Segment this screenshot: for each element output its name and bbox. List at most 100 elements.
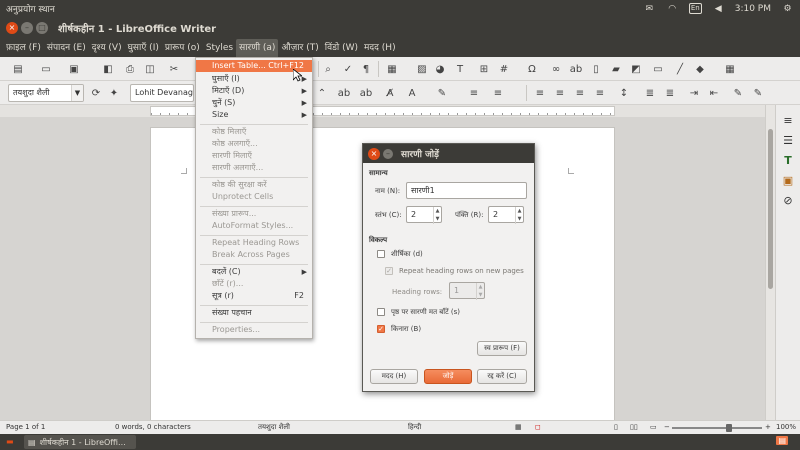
export-pdf-icon[interactable]: ◧ — [100, 61, 116, 77]
menu-help[interactable]: मदद (H) — [361, 39, 399, 57]
paragraph-style-select[interactable]: तयशुदा शैली ▼ — [8, 84, 84, 102]
new-document-icon[interactable]: ▤ — [10, 61, 26, 77]
insert-field-icon[interactable]: # — [496, 61, 512, 77]
properties-icon[interactable]: ☰ — [781, 133, 795, 147]
menu-split-cells[interactable]: कोष्ठ अलगाएँ... — [196, 138, 312, 150]
page-count[interactable]: Page 1 of 1 — [6, 423, 45, 431]
align-left-icon[interactable]: ≡ — [532, 85, 548, 101]
draw-icon[interactable]: ✎ — [730, 85, 746, 101]
bookmark-icon[interactable]: ▯ — [588, 61, 604, 77]
basic-shapes-icon[interactable]: ◆ — [692, 61, 708, 77]
window-close-icon[interactable]: × — [6, 22, 18, 34]
text-language[interactable]: हिन्दी — [408, 423, 421, 432]
menu-table-properties[interactable]: Properties... — [196, 324, 312, 336]
panel-app-menu[interactable]: अनुप्रयोग स्थान — [6, 2, 55, 15]
spelling-icon[interactable]: ✓ — [340, 61, 356, 77]
show-draw-functions-icon[interactable]: ▦ — [722, 61, 738, 77]
show-desktop-icon[interactable]: ▬ — [6, 437, 14, 446]
chevron-down-icon[interactable]: ▼ — [71, 85, 83, 101]
menu-insert[interactable]: घुसाएँ (I) — [125, 39, 162, 57]
zoom-in-icon[interactable]: + — [765, 423, 771, 431]
heading-rows-spinner[interactable]: 1 ▲ ▼ — [449, 282, 485, 300]
layout-book-icon[interactable]: ▭ — [650, 423, 657, 431]
font-name-select[interactable]: Lohit Devanagar — [130, 84, 194, 102]
insert-page-break-icon[interactable]: ⊞ — [476, 61, 492, 77]
spin-arrows-icon[interactable]: ▲ ▼ — [433, 207, 441, 224]
vertical-scrollbar[interactable] — [765, 105, 775, 420]
border-checkbox[interactable]: ✓ — [377, 325, 385, 333]
horizontal-ruler[interactable] — [0, 105, 775, 117]
menu-sort[interactable]: छाँटें (r)... — [196, 278, 312, 290]
indent-icon[interactable]: ≡ — [490, 85, 506, 101]
sidebar-menu-icon[interactable]: ≡ — [781, 113, 795, 127]
zoom-level[interactable]: 100% — [776, 423, 796, 431]
spin-arrows-icon[interactable]: ▲ ▼ — [515, 207, 523, 224]
insert-chart-icon[interactable]: ◕ — [432, 61, 448, 77]
menu-size-submenu[interactable]: Size ▶ — [196, 109, 312, 121]
zoom-slider-handle[interactable] — [726, 424, 732, 432]
menu-number-format[interactable]: संख्या प्रारूप... — [196, 208, 312, 220]
increase-indent-icon[interactable]: ⇥ — [686, 85, 702, 101]
new-style-icon[interactable]: ✦ — [106, 85, 122, 101]
layout-single-icon[interactable]: ▯ — [614, 423, 618, 431]
insert-textbox-icon[interactable]: T — [452, 61, 468, 77]
menu-edit[interactable]: संपादन (E) — [44, 39, 89, 57]
styles-icon[interactable]: T — [781, 153, 795, 167]
menu-styles[interactable]: Styles — [203, 39, 236, 57]
insert-image-icon[interactable]: ▨ — [414, 61, 430, 77]
power-gear-icon[interactable]: ⚙ — [781, 3, 794, 14]
clock[interactable]: 3:10 PM — [735, 4, 771, 14]
dialog-minimize-icon[interactable]: – — [383, 148, 393, 159]
clear-formatting-icon[interactable]: A̸ — [382, 85, 398, 101]
formatting-marks-icon[interactable]: ¶ — [358, 61, 374, 77]
menu-file[interactable]: फ़ाइल (F) — [3, 39, 44, 57]
keyboard-layout-indicator[interactable]: En — [688, 3, 702, 14]
wifi-icon[interactable]: ◠ — [666, 3, 679, 14]
menu-unprotect-cells[interactable]: Unprotect Cells — [196, 191, 312, 203]
repeat-heading-checkbox[interactable]: ✓ — [385, 267, 393, 275]
menu-select-submenu[interactable]: चुनें (S) ▶ — [196, 97, 312, 109]
page-style[interactable]: तयशुदा शैली — [258, 423, 290, 432]
menu-merge-cells[interactable]: कोष्ठ मिलाएँ — [196, 126, 312, 138]
rows-spinner[interactable]: 2 ▲ ▼ — [488, 206, 524, 224]
help-button[interactable]: मदद (H) — [370, 369, 418, 384]
heading-checkbox[interactable] — [377, 250, 385, 258]
cut-icon[interactable]: ✂ — [166, 61, 182, 77]
header-footer-icon[interactable]: ▭ — [650, 61, 666, 77]
save-icon[interactable]: ▣ — [66, 61, 82, 77]
autoformat-button[interactable]: स्व प्रारूप (F) — [477, 341, 527, 356]
superscript-icon[interactable]: ⌃ — [314, 85, 330, 101]
mail-icon[interactable]: ✉ — [643, 3, 656, 14]
insert-table-icon[interactable]: ▦ — [384, 61, 400, 77]
menu-window[interactable]: विंडो (W) — [322, 39, 361, 57]
menu-delete-submenu[interactable]: मिटाएँ (D) ▶ — [196, 85, 312, 97]
menu-format[interactable]: प्रारूप (o) — [162, 39, 203, 57]
shadow-text-icon[interactable]: ab — [358, 85, 374, 101]
columns-spinner[interactable]: 2 ▲ ▼ — [406, 206, 442, 224]
font-color-icon[interactable]: A — [404, 85, 420, 101]
navigator-icon[interactable]: ⊘ — [781, 193, 795, 207]
menu-repeat-heading-rows[interactable]: Repeat Heading Rows — [196, 237, 312, 249]
align-right-icon[interactable]: ≡ — [572, 85, 588, 101]
track-changes-icon[interactable]: ◩ — [628, 61, 644, 77]
word-count[interactable]: 0 words, 0 characters — [115, 423, 191, 431]
dialog-close-icon[interactable]: × — [368, 147, 380, 160]
dont-split-checkbox[interactable] — [377, 308, 385, 316]
cancel-button[interactable]: रद्द करें (C) — [477, 369, 527, 384]
special-character-icon[interactable]: Ω — [524, 61, 540, 77]
spin-arrows-icon[interactable]: ▲ ▼ — [476, 283, 484, 300]
menu-merge-table[interactable]: सारणी मिलाएँ — [196, 150, 312, 162]
find-replace-icon[interactable]: ⌕ — [320, 61, 336, 77]
line-icon[interactable]: ╱ — [672, 61, 688, 77]
print-preview-icon[interactable]: ◫ — [142, 61, 158, 77]
justify-icon[interactable]: ≡ — [592, 85, 608, 101]
menu-autoformat[interactable]: AutoFormat Styles... — [196, 220, 312, 232]
menu-convert-submenu[interactable]: बदलें (C) ▶ — [196, 266, 312, 278]
update-style-icon[interactable]: ⟳ — [88, 85, 104, 101]
sidebar-toggle-icon[interactable]: ✎ — [750, 85, 766, 101]
line-spacing-icon[interactable]: ↕ — [616, 85, 632, 101]
hyperlink-icon[interactable]: ∞ — [548, 61, 564, 77]
open-folder-icon[interactable]: ▭ — [38, 61, 54, 77]
gallery-icon[interactable]: ▣ — [781, 173, 795, 187]
scrollbar-thumb[interactable] — [768, 129, 773, 289]
